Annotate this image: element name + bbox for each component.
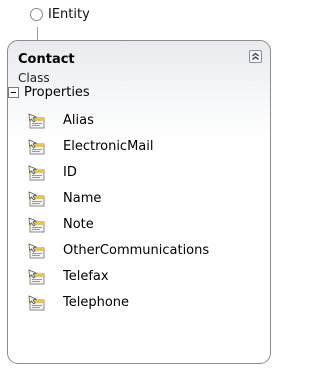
property-icon [28, 191, 46, 207]
property-icon [28, 165, 46, 181]
interface-lollipop-icon [30, 8, 43, 21]
property-label: Note [63, 217, 94, 232]
property-label: ElectronicMail [63, 139, 154, 154]
property-label: Alias [63, 113, 94, 128]
collapse-chevron-icon[interactable] [249, 50, 262, 63]
property-icon [28, 269, 46, 285]
property-icon [28, 113, 46, 129]
class-name: Contact [18, 52, 75, 67]
interface-connector [37, 27, 38, 40]
property-icon [28, 139, 46, 155]
property-icon [28, 217, 46, 233]
property-label: Telephone [63, 295, 130, 310]
interface-name: IEntity [48, 7, 90, 22]
compartment-header-properties[interactable]: Properties [8, 84, 248, 102]
property-icon [28, 295, 46, 311]
property-label: ID [63, 165, 77, 180]
property-label: Telefax [63, 269, 109, 284]
compartment-label: Properties [24, 85, 90, 100]
property-label: OtherCommunications [63, 243, 210, 258]
collapse-minus-icon[interactable] [8, 87, 19, 98]
property-label: Name [63, 191, 102, 206]
property-icon [28, 243, 46, 259]
